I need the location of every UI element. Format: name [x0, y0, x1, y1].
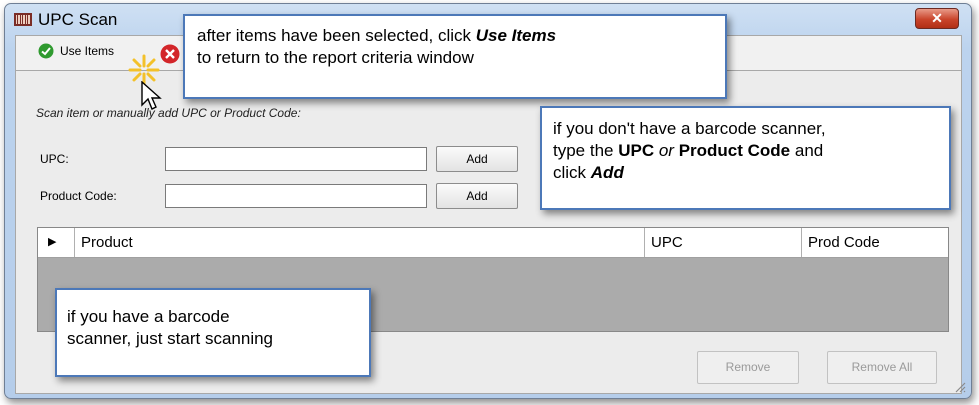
upc-input[interactable]: [165, 147, 427, 171]
callout-manual-upc: UPC: [618, 141, 655, 160]
callout-manual-or: or: [654, 141, 679, 160]
callout-use-items-pre: after items have been selected, click: [197, 26, 476, 45]
column-header-upc[interactable]: UPC: [645, 228, 802, 257]
close-icon: ✕: [931, 10, 943, 26]
cancel-icon: [160, 44, 180, 64]
column-header-product[interactable]: Product: [75, 228, 645, 257]
callout-scanner-line1: if you have a barcode: [67, 307, 230, 326]
add-product-code-button[interactable]: Add: [436, 183, 518, 209]
use-items-button[interactable]: Use Items: [38, 40, 114, 62]
callout-manual-entry: if you don't have a barcode scanner, typ…: [540, 106, 951, 210]
cancel-button[interactable]: [160, 44, 180, 64]
callout-manual-line1: if you don't have a barcode scanner,: [553, 119, 826, 138]
column-header-prod-code[interactable]: Prod Code: [802, 228, 948, 257]
checkmark-icon: [38, 43, 54, 59]
barcode-icon: [14, 13, 32, 26]
callout-manual-l3-pre: click: [553, 163, 591, 182]
callout-manual-l2-pre: type the: [553, 141, 619, 160]
scan-hint-text: Scan item or manually add UPC or Product…: [36, 106, 301, 120]
callout-manual-l2-post: and: [790, 141, 824, 160]
row-indicator-icon: ▶: [38, 228, 75, 257]
callout-manual-add: Add: [590, 163, 624, 182]
window-title: UPC Scan: [38, 10, 118, 29]
upc-label: UPC:: [40, 152, 69, 166]
grid-header: ▶ Product UPC Prod Code: [38, 228, 948, 258]
callout-manual-product-code: Product Code: [678, 141, 791, 160]
callout-scanner: if you have a barcode scanner, just star…: [55, 288, 371, 377]
callout-use-items: after items have been selected, click Us…: [183, 14, 727, 99]
callout-scanner-line2: scanner, just start scanning: [67, 329, 274, 348]
product-code-input[interactable]: [165, 184, 427, 208]
use-items-label: Use Items: [60, 44, 115, 58]
remove-all-button[interactable]: Remove All: [827, 351, 937, 384]
product-code-label: Product Code:: [40, 189, 117, 203]
resize-grip-icon[interactable]: [954, 381, 966, 393]
callout-use-items-post: to return to the report criteria window: [197, 48, 474, 67]
add-upc-button[interactable]: Add: [436, 146, 518, 172]
callout-use-items-bold: Use Items: [475, 26, 557, 45]
close-button[interactable]: ✕: [915, 8, 959, 29]
remove-button[interactable]: Remove: [697, 351, 799, 384]
